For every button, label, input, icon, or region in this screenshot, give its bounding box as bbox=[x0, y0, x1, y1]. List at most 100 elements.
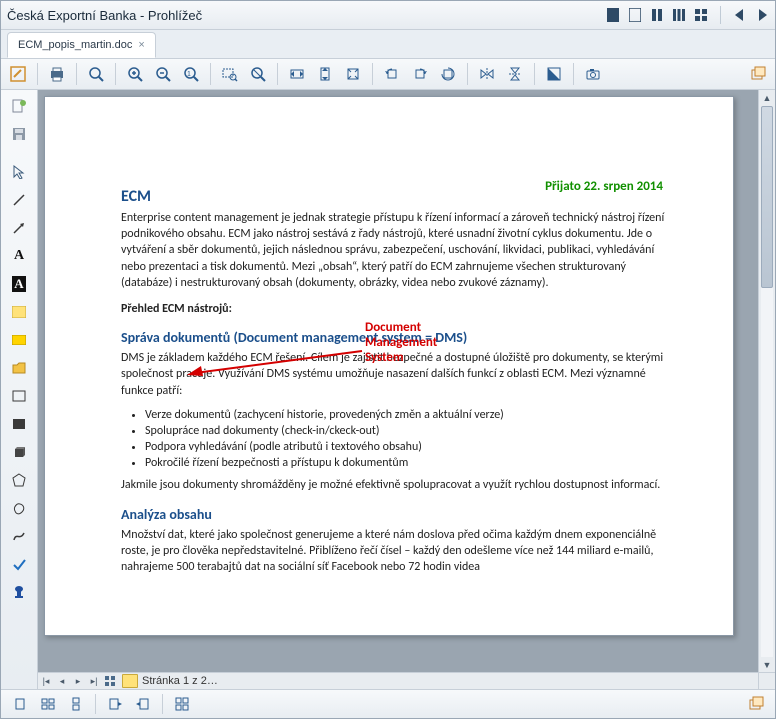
line-tool-icon[interactable] bbox=[5, 188, 33, 212]
annotation-toolbar: A A bbox=[1, 90, 38, 689]
separator bbox=[573, 63, 574, 85]
list-item: Verze dokumentů (zachycení historie, pro… bbox=[145, 407, 673, 423]
invert-icon[interactable] bbox=[541, 61, 567, 87]
heading-analysis: Analýza obsahu bbox=[121, 506, 673, 523]
bottom-toolbar bbox=[1, 689, 775, 718]
new-annotation-icon[interactable] bbox=[5, 94, 33, 118]
text-tool-icon[interactable]: A bbox=[5, 244, 33, 268]
rotate-right-icon[interactable] bbox=[407, 61, 433, 87]
view-single-icon[interactable] bbox=[7, 692, 33, 716]
filled-rect-tool-icon[interactable] bbox=[5, 412, 33, 436]
new-window-icon[interactable] bbox=[745, 61, 771, 87]
freehand-tool-icon[interactable] bbox=[5, 524, 33, 548]
import-icon[interactable] bbox=[130, 692, 156, 716]
polygon-tool-icon[interactable] bbox=[5, 468, 33, 492]
view-thumbs-icon[interactable] bbox=[35, 692, 61, 716]
list-item: Spolupráce nad dokumenty (check-in/ckeck… bbox=[145, 423, 673, 439]
title-bar: Česká Exportní Banka - Prohlížeč bbox=[1, 1, 775, 30]
doc-scroll-area[interactable]: Přijato 22. srpen 2014 ECM Enterprise co… bbox=[38, 90, 775, 689]
view-continuous-icon[interactable] bbox=[63, 692, 89, 716]
pointer-tool-icon[interactable] bbox=[5, 160, 33, 184]
subheading-tools: Přehled ECM nástrojů: bbox=[121, 301, 673, 317]
shape-3d-icon[interactable] bbox=[5, 440, 33, 464]
zoom-in-icon[interactable] bbox=[122, 61, 148, 87]
camera-icon[interactable] bbox=[580, 61, 606, 87]
edit-icon[interactable] bbox=[5, 61, 31, 87]
vertical-scrollbar[interactable]: ▲ ▼ bbox=[758, 90, 775, 673]
list-item: Pokročilé řízení bezpečnosti a přístupu … bbox=[145, 455, 673, 471]
main-area: A A Přijato 22. srpen 2014 ECM Enterpr bbox=[1, 90, 775, 689]
received-stamp: Přijato 22. srpen 2014 bbox=[545, 179, 663, 194]
zoom-100-icon[interactable]: 1 bbox=[178, 61, 204, 87]
fit-page-icon[interactable] bbox=[340, 61, 366, 87]
zoom-reset-icon[interactable] bbox=[245, 61, 271, 87]
separator bbox=[115, 63, 116, 85]
rect-tool-icon[interactable] bbox=[5, 384, 33, 408]
new-window-bottom-icon[interactable] bbox=[743, 692, 769, 716]
mirror-v-icon[interactable] bbox=[502, 61, 528, 87]
zoom-tool-icon[interactable] bbox=[83, 61, 109, 87]
doc-icon[interactable] bbox=[606, 8, 620, 22]
save-icon[interactable] bbox=[5, 122, 33, 146]
svg-text:1: 1 bbox=[187, 71, 191, 78]
page-indicator: Stránka 1 z 2… bbox=[142, 675, 218, 687]
tile-icon[interactable] bbox=[169, 692, 195, 716]
rotate-left-icon[interactable] bbox=[379, 61, 405, 87]
separator bbox=[372, 63, 373, 85]
paragraph: Jakmile jsou dokumenty shromážděny je mo… bbox=[121, 477, 673, 493]
horizontal-status-bar: |◂ ◂ ▸ ▸| Stránka 1 z 2… bbox=[38, 672, 759, 689]
export-icon[interactable] bbox=[102, 692, 128, 716]
folder-icon[interactable] bbox=[5, 356, 33, 380]
freehand-closed-icon[interactable] bbox=[5, 496, 33, 520]
new-doc-icon[interactable] bbox=[628, 8, 642, 22]
title-bar-controls bbox=[606, 6, 769, 24]
scroll-down-icon[interactable]: ▼ bbox=[759, 657, 775, 673]
separator bbox=[210, 63, 211, 85]
top-toolbar: 1 bbox=[1, 59, 775, 90]
tab-close-icon[interactable]: × bbox=[138, 39, 144, 51]
next-page-icon[interactable]: ▸ bbox=[70, 673, 86, 689]
grid-icon[interactable] bbox=[694, 8, 708, 22]
last-page-icon[interactable]: ▸| bbox=[86, 673, 102, 689]
separator bbox=[467, 63, 468, 85]
scroll-thumb[interactable] bbox=[761, 106, 773, 288]
highlight-yellow-icon[interactable] bbox=[5, 328, 33, 352]
scroll-up-icon[interactable]: ▲ bbox=[759, 90, 775, 106]
zoom-out-icon[interactable] bbox=[150, 61, 176, 87]
scroll-corner bbox=[758, 672, 775, 689]
next-icon[interactable] bbox=[755, 8, 769, 22]
prev-page-icon[interactable]: ◂ bbox=[54, 673, 70, 689]
highlight-text-icon[interactable]: A bbox=[5, 272, 33, 296]
stamp-tool-icon[interactable] bbox=[5, 580, 33, 604]
check-tool-icon[interactable] bbox=[5, 552, 33, 576]
paragraph: Množství dat, které jako společnost gene… bbox=[121, 527, 673, 576]
arrow-tool-icon[interactable] bbox=[5, 216, 33, 240]
document-tab[interactable]: ECM_popis_martin.doc × bbox=[7, 32, 156, 58]
bullet-list: Verze dokumentů (zachycení historie, pro… bbox=[145, 407, 673, 472]
separator bbox=[277, 63, 278, 85]
rotate-180-icon[interactable] bbox=[435, 61, 461, 87]
zoom-region-icon[interactable] bbox=[217, 61, 243, 87]
fit-width-icon[interactable] bbox=[284, 61, 310, 87]
document-page: Přijato 22. srpen 2014 ECM Enterprise co… bbox=[44, 96, 734, 636]
separator bbox=[162, 694, 163, 714]
fit-height-icon[interactable] bbox=[312, 61, 338, 87]
pause-icon[interactable] bbox=[650, 8, 664, 22]
print-icon[interactable] bbox=[44, 61, 70, 87]
document-viewport: Přijato 22. srpen 2014 ECM Enterprise co… bbox=[38, 90, 775, 689]
list-item: Podpora vyhledávání (podle atributů i te… bbox=[145, 439, 673, 455]
separator bbox=[76, 63, 77, 85]
note-yellow-icon[interactable] bbox=[5, 300, 33, 324]
separator bbox=[37, 63, 38, 85]
first-page-icon[interactable]: |◂ bbox=[38, 673, 54, 689]
tab-row: ECM_popis_martin.doc × bbox=[1, 30, 775, 59]
columns-icon[interactable] bbox=[672, 8, 686, 22]
sticky-note-icon[interactable] bbox=[122, 674, 138, 688]
tab-label: ECM_popis_martin.doc bbox=[18, 39, 132, 51]
separator bbox=[720, 6, 721, 24]
prev-icon[interactable] bbox=[733, 8, 747, 22]
separator bbox=[95, 694, 96, 714]
mirror-h-icon[interactable] bbox=[474, 61, 500, 87]
separator bbox=[534, 63, 535, 85]
grid-pages-icon[interactable] bbox=[102, 673, 118, 689]
